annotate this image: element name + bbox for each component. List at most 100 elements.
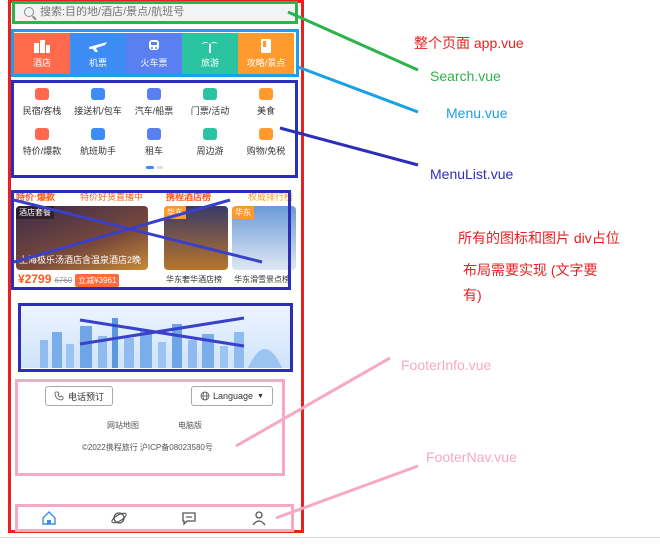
annotation-menulist: MenuList.vue bbox=[430, 166, 514, 182]
palm-icon bbox=[202, 42, 218, 53]
card-caption: 华东滑雪景点榜 bbox=[234, 275, 290, 284]
annotation-search: Search.vue bbox=[430, 68, 501, 84]
card-tag: 华东 bbox=[164, 206, 186, 219]
menu-arrow bbox=[297, 65, 419, 114]
annotation-note-layout-cont: 有) bbox=[463, 287, 482, 303]
language-select[interactable]: Language ▼ bbox=[191, 386, 273, 406]
promo-subhead-hotels: 权威排行榜 bbox=[248, 192, 294, 202]
train-icon bbox=[149, 40, 159, 50]
menu-list-label: 购物/免税 bbox=[246, 146, 286, 156]
card-caption: 华东奢华酒店榜 bbox=[166, 275, 222, 284]
footer-info: 电话预订 Language ▼ 网站地图 电脑版 ©2022携程旅行 沪ICP备… bbox=[16, 382, 286, 474]
search-input[interactable] bbox=[40, 6, 270, 18]
plane-icon bbox=[89, 42, 107, 52]
menu-list-label: 租车 bbox=[144, 146, 163, 156]
menu-list-label: 接送机/包车 bbox=[74, 106, 122, 116]
home-icon[interactable] bbox=[41, 510, 57, 526]
promo-card-luxury-hotel[interactable]: 华东 bbox=[164, 206, 228, 270]
discount-badge: 立减¥3961 bbox=[75, 274, 120, 287]
homestay-icon bbox=[35, 88, 49, 100]
planet-icon[interactable] bbox=[111, 510, 127, 526]
card-title: 上海极乐汤酒店含温泉酒店2晚 bbox=[19, 255, 142, 265]
bottom-divider bbox=[0, 537, 660, 538]
flight-helper-icon bbox=[91, 128, 105, 140]
annotation-footerinfo: FooterInfo.vue bbox=[401, 357, 492, 373]
menu-item-train[interactable]: 火车票 bbox=[126, 33, 182, 75]
city-skyline-image bbox=[40, 318, 282, 368]
annotation-note-placeholder: 所有的图标和图片 div占位 bbox=[458, 230, 620, 246]
ticket-icon bbox=[203, 88, 217, 100]
main-menu: 酒店 机票 火车票 旅游 攻略/景点 bbox=[14, 33, 294, 75]
menu-item-travel[interactable]: 旅游 bbox=[182, 33, 238, 75]
menu-list-item[interactable]: 汽车/船票 bbox=[126, 80, 182, 120]
mountain-icon bbox=[203, 128, 217, 140]
promo-head-hotels: 携程酒店榜 bbox=[166, 192, 212, 202]
menu-list-item[interactable]: 接送机/包车 bbox=[70, 80, 126, 120]
menu-list-label: 民宿/客栈 bbox=[22, 106, 62, 116]
old-price: 6760 bbox=[54, 276, 73, 285]
menu-list-label: 周边游 bbox=[196, 146, 224, 156]
annotation-menu: Menu.vue bbox=[446, 105, 508, 121]
search-bar[interactable] bbox=[14, 2, 296, 22]
menu-list-item[interactable]: 租车 bbox=[126, 120, 182, 160]
deal-icon bbox=[35, 128, 49, 140]
caret-down-icon: ▼ bbox=[257, 392, 264, 400]
menu-item-label: 旅游 bbox=[200, 58, 219, 68]
menu-list-item[interactable]: 航班助手 bbox=[70, 120, 126, 160]
shopping-bag-icon bbox=[259, 128, 273, 140]
search-arrow bbox=[287, 10, 419, 72]
price: ¥2799 bbox=[18, 272, 52, 286]
promo-card-ski[interactable]: 华东 bbox=[232, 206, 296, 270]
menu-list-item[interactable]: 民宿/客栈 bbox=[14, 80, 70, 120]
copyright-text: ©2022携程旅行 沪ICP备08023580号 bbox=[82, 443, 213, 452]
sitemap-link[interactable]: 网站地图 bbox=[107, 420, 139, 431]
menu-list-row: 民宿/客栈 接送机/包车 汽车/船票 门票/活动 美食 bbox=[14, 80, 294, 120]
menu-list-item[interactable]: 特价/爆款 bbox=[14, 120, 70, 160]
menu-list-item[interactable]: 门票/活动 bbox=[182, 80, 238, 120]
desktop-version-link[interactable]: 电脑版 bbox=[178, 420, 202, 431]
annotation-app: 整个页面 app.vue bbox=[414, 35, 524, 51]
hotel-icon bbox=[34, 40, 50, 53]
phone-booking-button[interactable]: 电话预订 bbox=[45, 386, 114, 406]
menu-list-label: 航班助手 bbox=[79, 146, 116, 156]
menu-list-item[interactable]: 美食 bbox=[238, 80, 294, 120]
menu-list-label: 特价/爆款 bbox=[22, 146, 62, 156]
rental-car-icon bbox=[147, 128, 161, 140]
menu-list-row: 特价/爆款 航班助手 租车 周边游 购物/免税 bbox=[14, 120, 294, 160]
footer-nav bbox=[14, 506, 294, 530]
menu-item-label: 攻略/景点 bbox=[246, 58, 286, 68]
promo-card-hotel-package[interactable]: 酒店套餐 上海极乐汤酒店含温泉酒店2晚 bbox=[16, 206, 148, 270]
promo-head-deals: 特价·爆款 bbox=[16, 192, 55, 202]
menu-item-flight[interactable]: 机票 bbox=[70, 33, 126, 75]
card-tag: 酒店套餐 bbox=[16, 206, 54, 219]
promo-subhead-deals: 特价好货直播中 bbox=[80, 192, 144, 202]
menu-item-label: 机票 bbox=[88, 58, 107, 68]
menu-list-item[interactable]: 购物/免税 bbox=[238, 120, 294, 160]
promo-section: 特价·爆款 特价好货直播中 携程酒店榜 权威排行榜 酒店套餐 上海极乐汤酒店含温… bbox=[14, 190, 296, 290]
guide-icon bbox=[261, 39, 271, 53]
menu-list-label: 美食 bbox=[256, 106, 275, 116]
banner-image[interactable] bbox=[20, 302, 292, 368]
menu-list-label: 门票/活动 bbox=[190, 106, 230, 116]
app-page: 酒店 机票 火车票 旅游 攻略/景点 民宿/客栈 接送机/包车 bbox=[10, 0, 300, 533]
message-icon[interactable] bbox=[181, 510, 197, 526]
bus-icon bbox=[147, 88, 161, 100]
phone-booking-label: 电话预订 bbox=[68, 391, 105, 402]
phone-icon bbox=[54, 391, 64, 401]
annotation-footernav: FooterNav.vue bbox=[426, 449, 517, 465]
annotated-screenshot: 酒店 机票 火车票 旅游 攻略/景点 民宿/客栈 接送机/包车 bbox=[0, 0, 660, 545]
food-icon bbox=[259, 88, 273, 100]
price-row: ¥2799 6760 立减¥3961 bbox=[18, 272, 120, 287]
menu-item-hotel[interactable]: 酒店 bbox=[14, 33, 70, 75]
menu-list: 民宿/客栈 接送机/包车 汽车/船票 门票/活动 美食 特价/爆款 航班助手 租… bbox=[14, 80, 294, 172]
language-label: Language bbox=[213, 391, 254, 401]
card-tag: 华东 bbox=[232, 206, 254, 219]
menulist-arrow bbox=[279, 126, 419, 167]
menu-item-label: 酒店 bbox=[32, 58, 51, 68]
annotation-note-layout: 布局需要实现 (文字要 bbox=[463, 262, 598, 278]
menu-item-guide[interactable]: 攻略/景点 bbox=[238, 33, 294, 75]
search-icon bbox=[24, 7, 34, 17]
user-icon[interactable] bbox=[251, 510, 267, 526]
car-icon bbox=[91, 88, 105, 100]
menu-list-item[interactable]: 周边游 bbox=[182, 120, 238, 160]
